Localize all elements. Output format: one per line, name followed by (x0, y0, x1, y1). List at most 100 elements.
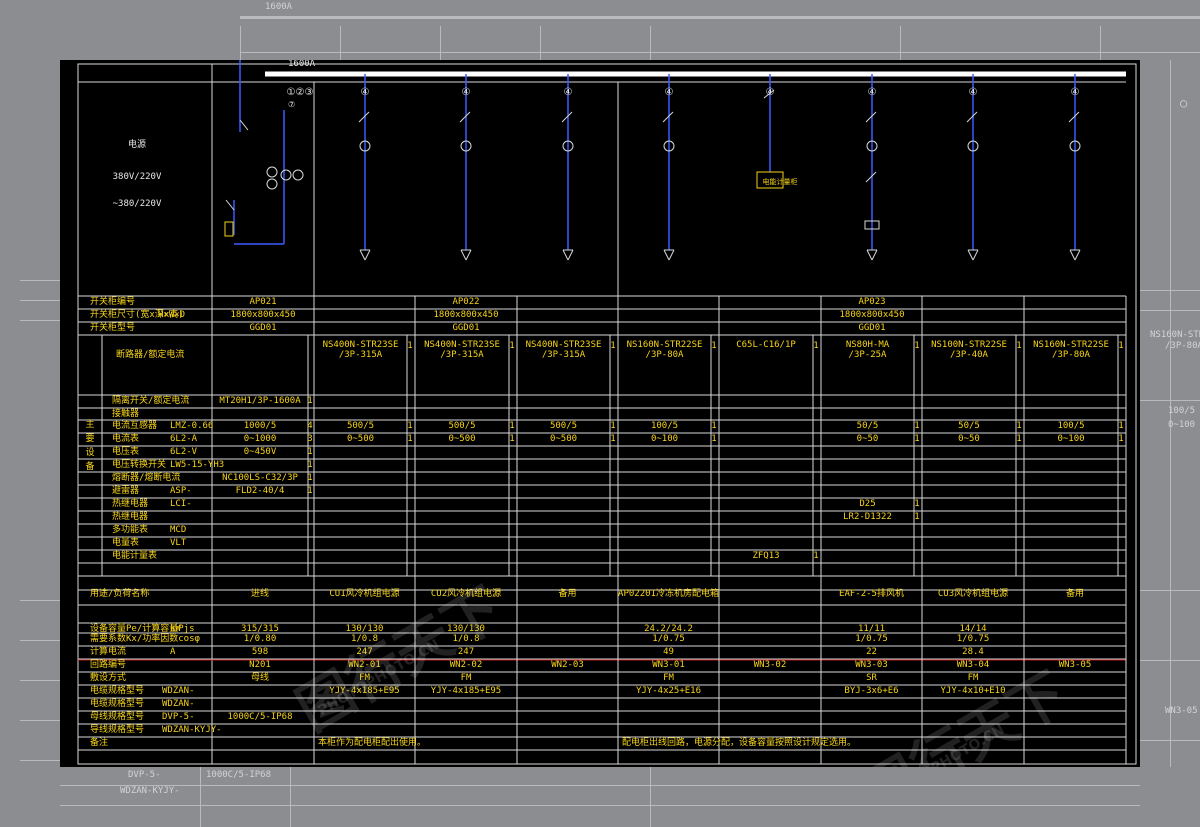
breaker-symbol (561, 111, 573, 123)
arrow-symbol (1069, 249, 1076, 261)
breaker-type: /3P-315A (541, 350, 586, 360)
load-name: 备用 (558, 589, 577, 599)
equipment-value: 50/5 (958, 421, 980, 431)
cable-row-unit: WDZAN- (162, 686, 195, 696)
outside-ammeter-range: 0~100 (1168, 420, 1196, 430)
breaker-type: C65L-C16/1P (736, 340, 796, 350)
equipment-type: LMZ-0.66 (170, 421, 214, 431)
voltage-label: 380V/220V (112, 172, 162, 182)
cable-row-label: 备注 (90, 738, 109, 748)
incoming-value: 0~450V (243, 447, 277, 457)
cable-spec: YJY-4x25+E16 (635, 686, 702, 696)
cabinet-id: AP022 (452, 297, 480, 307)
circuit-number-label: ④ (360, 87, 370, 98)
equipment-qty: 1 (1016, 421, 1022, 431)
breaker-qty: 1 (1016, 341, 1022, 351)
circuit-number: WN3-04 (956, 660, 990, 670)
incoming-qty: 1 (307, 396, 313, 406)
breaker-symbol (225, 199, 235, 211)
equipment-label: 电压转换开关 (112, 460, 167, 470)
arrow-symbol (972, 249, 979, 261)
equipment-value: 0~500 (346, 434, 375, 444)
power-value: 1/0.75 (652, 634, 685, 644)
circuit-number-label: ④ (765, 87, 775, 98)
equipment-qty: 1 (1118, 434, 1124, 444)
equipment-qty: 1 (813, 551, 819, 561)
circuit-number: WN3-01 (652, 660, 685, 670)
equipment-qty: 1 (914, 499, 920, 509)
laying-method: FM (663, 673, 674, 683)
breaker-symbol (865, 111, 877, 123)
cabinet-size: 1800x800x450 (839, 310, 905, 320)
arrow-symbol (465, 249, 472, 261)
equipment-label: 隔离开关/额定电流 (112, 396, 190, 406)
incoming-meter-symbol (224, 221, 234, 237)
cabinet-id: AP023 (858, 297, 886, 307)
contactor-symbol (865, 171, 877, 183)
cabinet-id: AP021 (249, 297, 277, 307)
load-name: CU3风冷机组电源 (937, 589, 1009, 599)
equipment-type: VLT (170, 538, 187, 548)
breaker-type: /3P-315A (440, 350, 484, 360)
equipment-group-label: 要 (85, 434, 95, 444)
equipment-qty: 1 (407, 421, 413, 431)
note-text: 本柜作为配电柜配出使用。 (318, 738, 427, 748)
breaker-qty: 1 (914, 341, 920, 351)
equipment-type: 6L2-A (170, 434, 198, 444)
equipment-value: 0~50 (856, 434, 879, 444)
cable-spec: YJY-4x185+E95 (430, 686, 502, 696)
circuit-number-label: ④ (664, 87, 674, 98)
breaker-qty: 1 (711, 341, 717, 351)
incoming-value: NC100LS-C32/3P (222, 473, 298, 483)
circuit-incoming: N201 (249, 660, 271, 670)
equipment-value: 0~100 (1057, 434, 1085, 444)
breaker-symbol (966, 111, 978, 123)
ct-symbol (266, 178, 278, 190)
cable-row-label: 电缆规格型号 (90, 699, 145, 709)
note-text: 配电柜出线回路，电源分配，设备容量按照设计规定选用。 (622, 738, 857, 748)
cabinet-size: 1800x800x450 (433, 310, 499, 320)
equipment-value: 500/5 (549, 421, 578, 431)
circuit-number-label: ④ (867, 87, 877, 98)
equipment-qty: 1 (711, 434, 717, 444)
circuit-number-label: ④ (968, 87, 978, 98)
equipment-qty: 1 (1118, 421, 1124, 431)
equipment-group-label: 设 (85, 448, 95, 458)
arrow-symbol (1074, 249, 1081, 261)
equipment-value: 500/5 (448, 421, 476, 431)
equipment-type: LCI- (170, 499, 192, 509)
circuit-number: WN2-03 (551, 660, 584, 670)
loads-label: 用途/负荷名称 (90, 589, 150, 599)
breaker-qty: 1 (610, 341, 616, 351)
system-voltage: ~380/220V (112, 199, 162, 209)
incoming-value: 1000/5 (243, 421, 277, 431)
breaker-symbol (358, 111, 370, 123)
equipment-label: 避雷器 (112, 486, 140, 496)
equipment-label: 热继电器 (112, 499, 149, 509)
outside-breaker-label: NS160N-STR22 (1150, 330, 1200, 340)
equipment-qty: 1 (610, 434, 616, 444)
breaker-qty: 1 (509, 341, 515, 351)
sub-circuit-number: ⑦ (288, 100, 296, 109)
equipment-type: ASP- (170, 486, 192, 496)
header-row-label: 开关柜编号 (90, 297, 136, 307)
breaker-qty: 1 (407, 341, 413, 351)
breaker-qty: 1 (1118, 341, 1124, 351)
circuit-number-label: ④ (1070, 87, 1080, 98)
equipment-label: 电能计量表 (112, 551, 158, 561)
power-value: 28.4 (962, 647, 984, 657)
outside-circuit-no: WN3-05 (1165, 706, 1198, 716)
power-incoming: 598 (251, 647, 269, 657)
load-name: 备用 (1065, 589, 1085, 599)
equipment-label: 热继电器 (112, 512, 149, 522)
laying-incoming: 母线 (250, 673, 270, 683)
cabinet-model: GGD01 (858, 323, 886, 333)
incoming-value: FLD2-40/4 (235, 486, 285, 496)
equipment-value: ZFQ13 (752, 551, 780, 561)
outside-bus-spec: 1000C/5-IP68 (206, 770, 272, 780)
equipment-qty: 1 (509, 421, 515, 431)
power-value: 1/0.75 (855, 634, 888, 644)
cable-incoming: 1000C/5-IP68 (227, 712, 293, 722)
ct-symbol (292, 169, 304, 181)
circuit-number: WN3-05 (1058, 660, 1092, 670)
